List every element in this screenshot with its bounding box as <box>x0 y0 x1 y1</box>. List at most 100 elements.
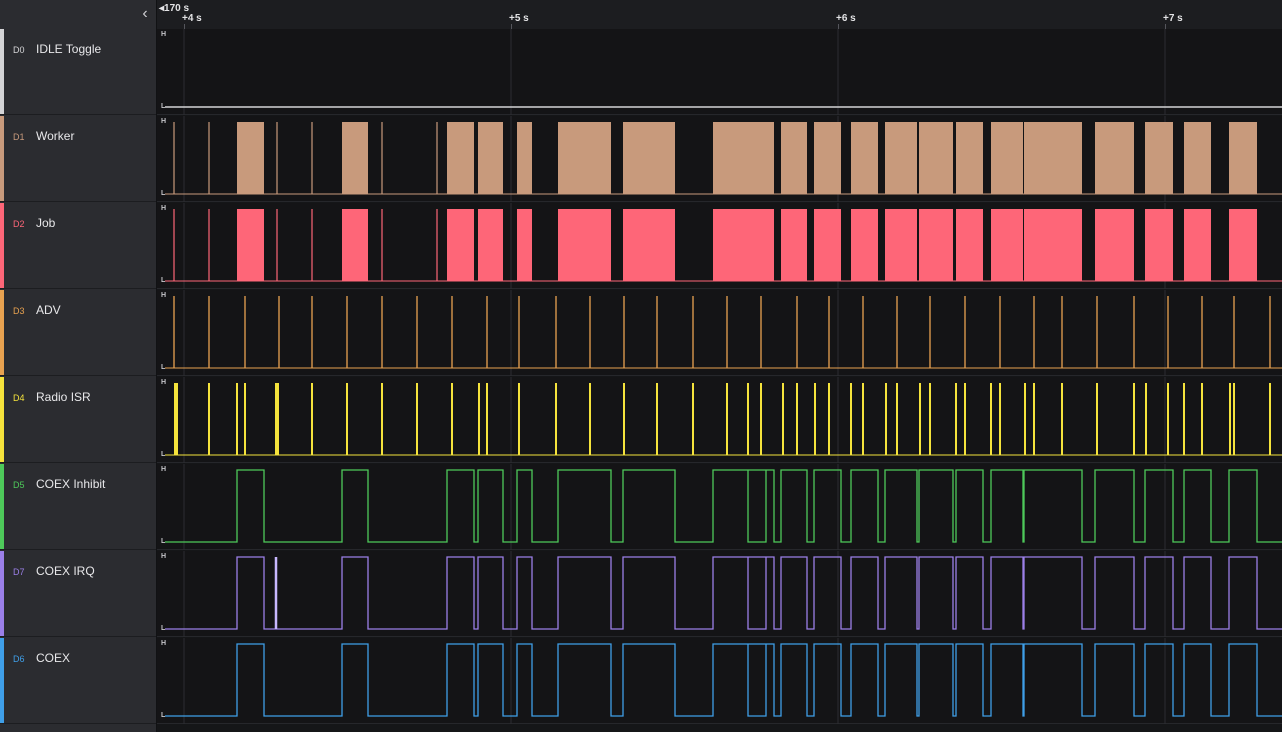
tick-label: +5 s <box>509 13 529 24</box>
channel-name: Radio ISR <box>36 390 91 404</box>
channel-color-bar <box>0 29 4 114</box>
signal-active-block <box>517 122 532 194</box>
signal-active-block <box>1024 122 1082 194</box>
channel-row-d7[interactable]: D7 COEX IRQ <box>0 551 156 637</box>
channel-name: ADV <box>36 303 61 317</box>
waveform-d0 <box>165 29 1282 115</box>
signal-active-block <box>237 209 264 281</box>
signal-active-block <box>919 209 953 281</box>
channel-color-bar <box>0 464 4 549</box>
signal-active-block <box>237 122 264 194</box>
signal-active-block <box>851 209 878 281</box>
signal-active-block <box>748 209 774 281</box>
level-low-label: L <box>161 538 166 545</box>
signal-active-block <box>1229 209 1257 281</box>
level-high-label: H <box>161 118 167 125</box>
signal-active-block <box>814 122 841 194</box>
signal-active-block <box>1184 209 1211 281</box>
channel-id: D6 <box>13 654 25 664</box>
signal-active-block <box>478 122 503 194</box>
signal-active-block <box>956 209 983 281</box>
waveform-lane-d5[interactable]: HL <box>157 464 1282 550</box>
signal-active-block <box>781 122 807 194</box>
level-low-label: L <box>161 190 166 197</box>
channel-color-bar <box>0 203 4 288</box>
level-high-label: H <box>161 379 167 386</box>
signal-active-block <box>781 209 807 281</box>
channel-row-d6[interactable]: D6 COEX <box>0 638 156 724</box>
tick-label: +7 s <box>1163 13 1183 24</box>
level-high-label: H <box>161 31 167 38</box>
channel-name: COEX <box>36 651 71 665</box>
signal-active-block <box>342 122 368 194</box>
channel-row-d1[interactable]: D1 Worker <box>0 116 156 202</box>
signal-active-block <box>885 122 917 194</box>
level-high-label: H <box>161 640 167 647</box>
signal-active-block <box>1024 209 1082 281</box>
signal-active-block <box>558 209 611 281</box>
channel-row-d4[interactable]: D4 Radio ISR <box>0 377 156 463</box>
signal-active-block <box>919 122 953 194</box>
channel-id: D4 <box>13 393 25 403</box>
level-high-label: H <box>161 553 167 560</box>
waveform-lane-d0[interactable]: HL <box>157 29 1282 115</box>
channel-row-d2[interactable]: D2 Job <box>0 203 156 289</box>
channel-name: Worker <box>36 129 75 143</box>
signal-active-block <box>1229 122 1257 194</box>
signal-active-block <box>748 122 774 194</box>
channel-color-bar <box>0 116 4 201</box>
channel-row-d3[interactable]: D3 ADV <box>0 290 156 376</box>
level-low-label: L <box>161 103 166 110</box>
waveform-d1 <box>165 116 1282 202</box>
signal-active-block <box>517 209 532 281</box>
signal-active-block <box>623 122 675 194</box>
signal-active-block <box>478 209 503 281</box>
level-high-label: H <box>161 205 167 212</box>
channel-name: COEX IRQ <box>36 564 95 578</box>
tick-label: +6 s <box>836 13 856 24</box>
channel-row-d5[interactable]: D5 COEX Inhibit <box>0 464 156 550</box>
signal-active-block <box>1184 122 1211 194</box>
waveform-lane-d4[interactable]: HL <box>157 377 1282 463</box>
signal-active-block <box>1095 122 1134 194</box>
signal-active-block <box>558 122 611 194</box>
waveform-lane-d7[interactable]: HL <box>157 551 1282 637</box>
channel-id: D1 <box>13 132 25 142</box>
level-low-label: L <box>161 451 166 458</box>
signal-active-block <box>342 209 368 281</box>
channel-row-d0[interactable]: D0 IDLE Toggle <box>0 29 156 115</box>
waveform-lane-d6[interactable]: HL <box>157 638 1282 724</box>
waveform-d7 <box>165 551 1282 637</box>
channel-id: D0 <box>13 45 25 55</box>
waveform-d5 <box>165 464 1282 550</box>
signal-active-block <box>851 122 878 194</box>
waveform-lane-d3[interactable]: HL <box>157 290 1282 376</box>
channel-id: D7 <box>13 567 25 577</box>
level-high-label: H <box>161 292 167 299</box>
signal-active-block <box>885 209 917 281</box>
signal-active-block <box>991 209 1023 281</box>
waveform-lane-d1[interactable]: HL <box>157 116 1282 202</box>
signal-active-block <box>1095 209 1134 281</box>
tick-label: +4 s <box>182 13 202 24</box>
waveform-lane-d2[interactable]: HL <box>157 203 1282 289</box>
chevron-left-icon[interactable]: ‹ <box>136 4 154 24</box>
waveform-area[interactable]: ◂170 s +4 s +5 s +6 s +7 s HLHLHLHLHLHLH… <box>157 0 1282 732</box>
signal-active-block <box>1145 122 1173 194</box>
channel-color-bar <box>0 638 4 723</box>
level-low-label: L <box>161 712 166 719</box>
signal-active-block <box>991 122 1023 194</box>
signal-active-block <box>1145 209 1173 281</box>
waveform-d2 <box>165 203 1282 289</box>
waveform-d6 <box>165 638 1282 724</box>
channel-id: D2 <box>13 219 25 229</box>
signal-active-block <box>814 209 841 281</box>
signal-active-block <box>956 122 983 194</box>
sidebar-header: ‹ <box>0 0 156 30</box>
signal-square-wave <box>165 643 1282 717</box>
time-ruler[interactable]: ◂170 s +4 s +5 s +6 s +7 s <box>157 0 1282 30</box>
signal-square-wave <box>165 556 1282 630</box>
level-low-label: L <box>161 625 166 632</box>
channel-color-bar <box>0 377 4 462</box>
waveform-d3 <box>165 290 1282 376</box>
